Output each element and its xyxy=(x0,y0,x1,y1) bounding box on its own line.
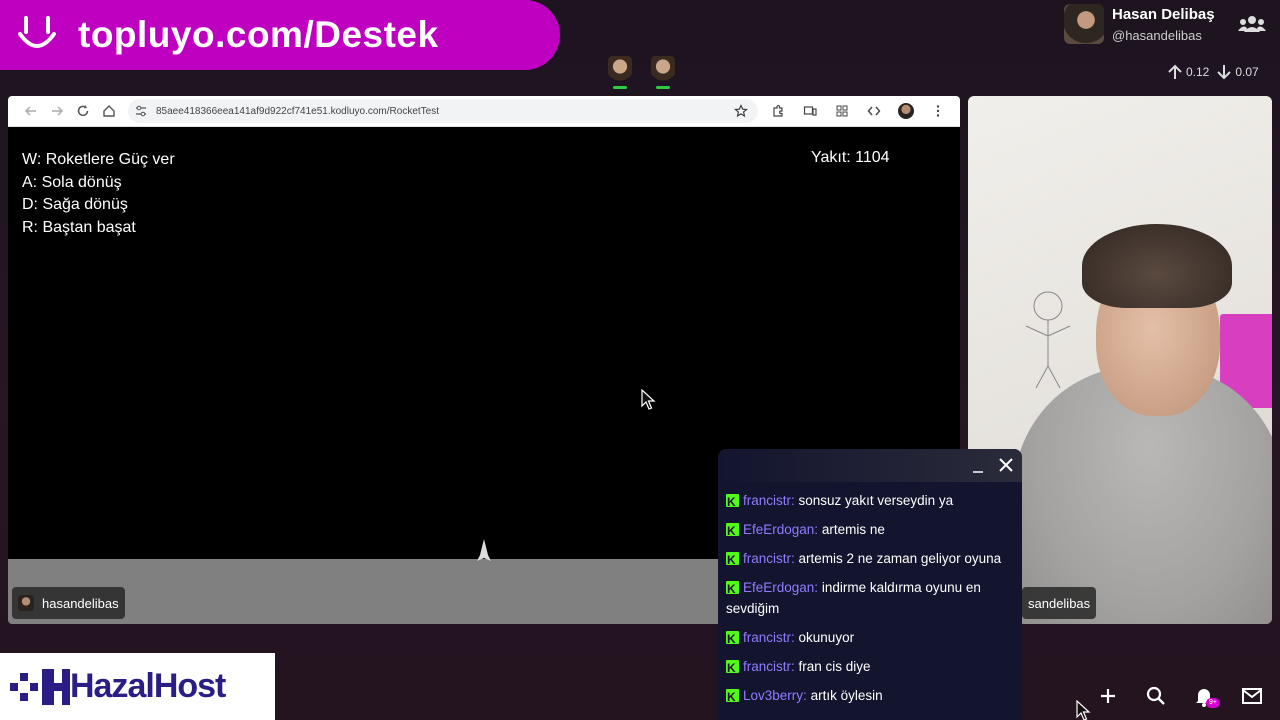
back-button[interactable] xyxy=(18,98,44,124)
chat-message: francistr: sonsuz yakıt verseydin ya xyxy=(718,486,1022,515)
profile-button[interactable] xyxy=(890,98,922,124)
more-vert-icon xyxy=(936,105,940,117)
rocket-icon xyxy=(477,539,491,561)
chat-text: sonsuz yakıt verseydin ya xyxy=(798,493,954,508)
chat-username[interactable]: francistr: xyxy=(743,551,795,566)
banner-text: topluyo.com/Destek xyxy=(78,14,439,55)
chat-message: francistr: okunuyor xyxy=(718,623,1022,652)
upload-value: 0.12 xyxy=(1186,65,1210,79)
browser-toolbar: 85aee418366eea141af9d922cf741e51.kodluyo… xyxy=(8,96,960,127)
webcam-name-tag: sandelibas xyxy=(1022,587,1097,619)
people-icon[interactable] xyxy=(1238,14,1266,34)
chat-message: Lov3berry: artık öylesin xyxy=(718,681,1022,710)
profile-handle: @hasandelibas xyxy=(1112,28,1202,43)
hazalhost-logo-icon xyxy=(10,668,70,705)
close-icon[interactable] xyxy=(997,456,1015,474)
grid-icon xyxy=(836,105,848,117)
chat-header[interactable] xyxy=(718,449,1022,482)
chat-text: artık öylesin xyxy=(810,688,883,703)
star-icon xyxy=(734,104,748,118)
control-line: A: Sola dönüş xyxy=(22,173,122,191)
home-icon xyxy=(103,105,115,117)
apps-button[interactable] xyxy=(826,98,858,124)
fuel-readout: Yakıt: 1104 xyxy=(811,149,890,166)
chat-username[interactable]: EfeErdogan: xyxy=(743,580,818,595)
devtools-button[interactable] xyxy=(858,98,890,124)
chat-username[interactable]: Lov3berry: xyxy=(743,688,807,703)
webcam-name: sandelibas xyxy=(1028,595,1091,611)
arrow-down-icon xyxy=(1217,65,1232,80)
mail-icon[interactable] xyxy=(1240,684,1264,708)
viewer-avatar[interactable] xyxy=(608,56,632,89)
person-hair xyxy=(1082,224,1232,308)
cursor-icon xyxy=(1076,700,1091,720)
kick-icon xyxy=(726,629,739,650)
chat-message: EfeErdogan: indirme kaldırma oyunu en se… xyxy=(718,573,1022,623)
screen-share-name: hasandelibas xyxy=(42,595,119,611)
notification-badge: 9+ xyxy=(1206,698,1220,708)
arrow-up-icon xyxy=(1168,64,1182,79)
arrow-right-icon xyxy=(52,106,64,116)
devices-icon xyxy=(803,106,817,116)
home-button[interactable] xyxy=(96,98,122,124)
address-bar[interactable]: 85aee418366eea141af9d922cf741e51.kodluyo… xyxy=(128,99,758,123)
browser-menu-button[interactable] xyxy=(922,98,954,124)
chat-username[interactable]: EfeErdogan: xyxy=(743,522,818,537)
chat-messages: francistr: sonsuz yakıt verseydin ya Efe… xyxy=(718,482,1022,710)
viewer-avatar[interactable] xyxy=(651,56,675,89)
kick-icon xyxy=(726,579,739,600)
arrow-left-icon xyxy=(24,106,36,116)
bandwidth-stats: 0.12 0.07 xyxy=(1166,62,1265,82)
code-icon xyxy=(867,106,881,116)
controls-help: W: Roketlere Güç ver A: Sola dönüş D: Sa… xyxy=(22,149,175,239)
sponsor-text: HazalHost xyxy=(70,667,226,705)
chat-username[interactable]: francistr: xyxy=(743,659,795,674)
screen-share-tag: hasandelibas xyxy=(12,587,125,619)
kick-icon xyxy=(726,658,739,679)
wall-doodle xyxy=(1025,291,1071,389)
bookmark-button[interactable] xyxy=(728,98,754,124)
kick-icon xyxy=(726,687,739,708)
kick-icon xyxy=(726,492,739,513)
reload-button[interactable] xyxy=(70,98,96,124)
avatar xyxy=(18,595,34,611)
chat-message: francistr: artemis 2 ne zaman geliyor oy… xyxy=(718,544,1022,573)
minimize-icon[interactable] xyxy=(971,460,985,474)
plus-icon[interactable] xyxy=(1096,684,1120,708)
kick-icon xyxy=(726,550,739,571)
avatar xyxy=(898,103,914,119)
chat-username[interactable]: francistr: xyxy=(743,493,795,508)
search-icon[interactable] xyxy=(1144,684,1168,708)
kick-icon xyxy=(726,521,739,542)
chat-panel[interactable]: francistr: sonsuz yakıt verseydin ya Efe… xyxy=(718,449,1022,720)
smiley-logo-icon xyxy=(18,16,56,48)
chat-message: francistr: fran cis diye xyxy=(718,652,1022,681)
extensions-button[interactable] xyxy=(762,98,794,124)
chat-message: EfeErdogan: artemis ne xyxy=(718,515,1022,544)
url-text: 85aee418366eea141af9d922cf741e51.kodluyo… xyxy=(156,105,439,117)
download-value: 0.07 xyxy=(1235,65,1259,79)
chat-text: artemis 2 ne zaman geliyor oyuna xyxy=(798,551,1002,566)
puzzle-icon xyxy=(773,104,783,117)
control-line: R: Baştan başat xyxy=(22,218,136,236)
chat-text: okunuyor xyxy=(798,630,855,645)
chat-text: artemis ne xyxy=(821,522,885,537)
control-line: D: Sağa dönüş xyxy=(22,196,128,213)
site-settings-icon[interactable] xyxy=(134,104,148,118)
promo-banner: topluyo.com/Destek xyxy=(0,0,560,70)
forward-button[interactable] xyxy=(44,98,70,124)
cast-button[interactable] xyxy=(794,98,826,124)
profile-name: Hasan Delibaş xyxy=(1112,6,1215,23)
chat-username[interactable]: francistr: xyxy=(743,630,795,645)
chat-text: fran cis diye xyxy=(798,659,871,674)
reload-icon xyxy=(77,105,89,117)
sponsor-banner: HazalHost xyxy=(0,653,275,720)
cursor-icon xyxy=(641,389,656,410)
control-line: W: Roketlere Güç ver xyxy=(22,151,175,168)
avatar xyxy=(1064,4,1104,44)
